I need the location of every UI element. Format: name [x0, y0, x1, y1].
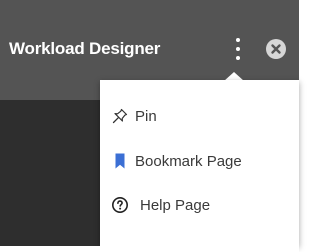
menu-item-bookmark-page[interactable]: Bookmark Page: [100, 146, 299, 176]
bookmark-icon: [111, 152, 129, 170]
help-circle-icon: [111, 196, 129, 214]
menu-item-help-page[interactable]: Help Page: [100, 190, 299, 220]
pin-icon: [111, 107, 129, 125]
close-icon: [271, 44, 281, 54]
more-options-button[interactable]: [226, 34, 250, 66]
menu-item-label: Help Page: [140, 196, 211, 214]
menu-item-label: Bookmark Page: [135, 152, 242, 170]
kebab-dot: [236, 56, 240, 60]
kebab-dot: [236, 47, 240, 51]
menu-item-pin[interactable]: Pin: [100, 101, 299, 131]
content-area: [0, 100, 100, 252]
options-menu: Pin Bookmark Page Help Page: [100, 80, 299, 246]
page-title: Workload Designer: [9, 39, 161, 58]
app-window: Workload Designer Pin Bookmark Page Help…: [0, 0, 299, 252]
close-button[interactable]: [266, 39, 286, 59]
kebab-dot: [236, 38, 240, 42]
bottom-edge: [0, 246, 299, 252]
menu-item-label: Pin: [135, 107, 157, 125]
